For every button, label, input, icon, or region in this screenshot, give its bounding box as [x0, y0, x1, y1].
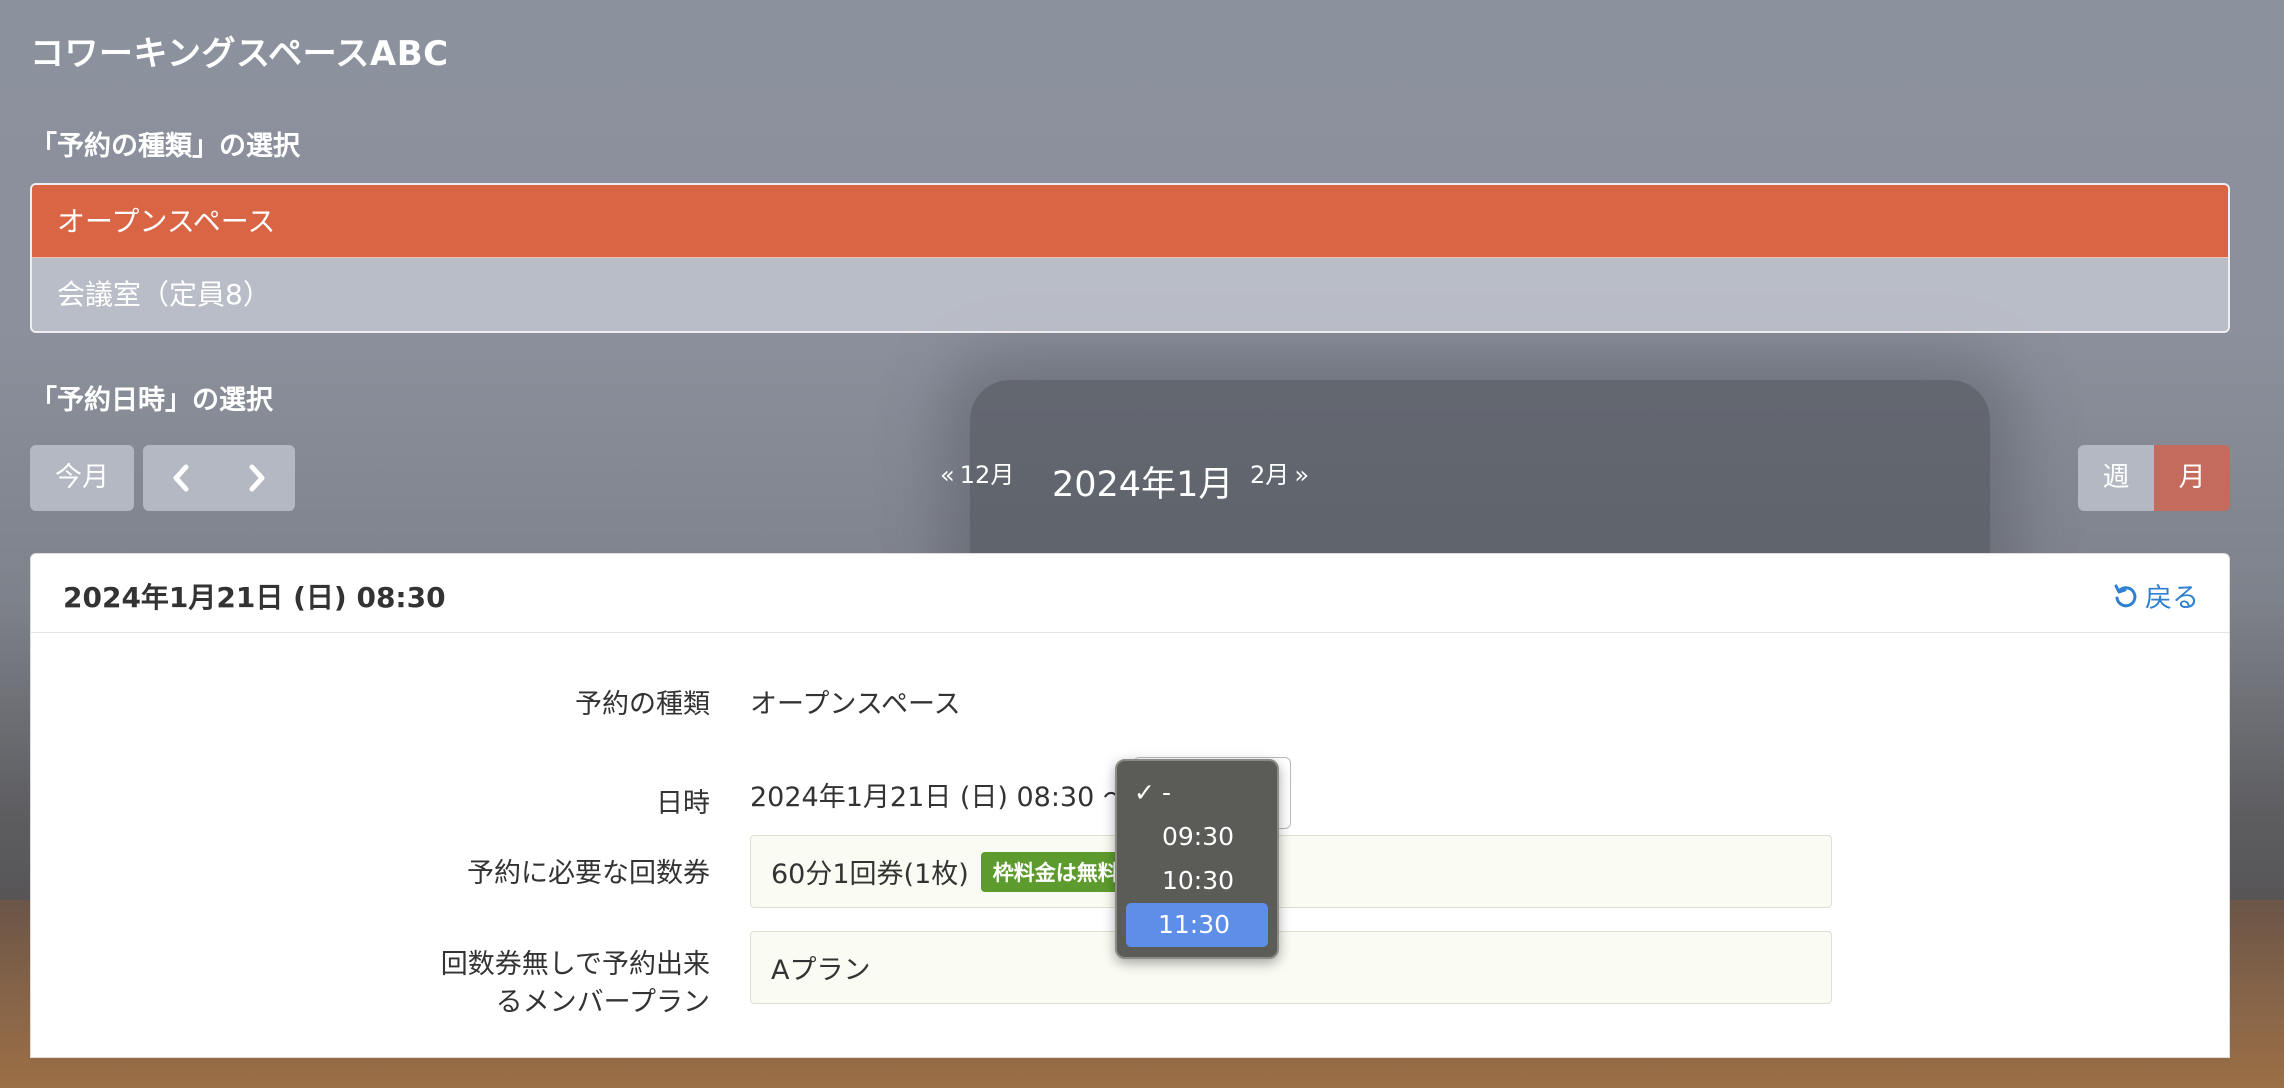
current-month-label: 2024年1月: [1052, 465, 1234, 505]
plan-label-line2: るメンバープラン: [495, 987, 710, 1018]
type-item-meeting-room[interactable]: 会議室（定員8）: [32, 258, 2228, 331]
plan-row-label: 回数券無しで予約出来 るメンバープラン: [310, 946, 710, 1022]
back-link[interactable]: 戻る: [2113, 576, 2199, 615]
panel-header: 2024年1月21日 (日) 08:30 戻る: [31, 554, 2229, 633]
prev-month-link[interactable]: « 12月: [940, 455, 1014, 490]
dropdown-option-none[interactable]: ✓ -: [1126, 771, 1268, 815]
back-label: 戻る: [2145, 583, 2199, 614]
plan-value: Aプラン: [771, 955, 871, 986]
next-month-label: 2月: [1250, 461, 1290, 489]
dropdown-option-1130[interactable]: 11:30: [1126, 903, 1268, 947]
next-button[interactable]: [219, 445, 295, 511]
dropdown-option-1030[interactable]: 10:30: [1126, 859, 1268, 903]
panel-title: 2024年1月21日 (日) 08:30: [63, 581, 446, 614]
chevron-right-icon: [249, 464, 265, 492]
type-item-open-space[interactable]: オープンスペース: [32, 185, 2228, 258]
end-time-dropdown: ✓ - 09:30 10:30 11:30: [1115, 759, 1279, 959]
type-row-value: オープンスペース: [750, 689, 961, 720]
type-row-label: 予約の種類: [575, 689, 710, 720]
checkmark-icon: ✓: [1134, 778, 1155, 807]
week-view-button[interactable]: 週: [2078, 445, 2154, 511]
ticket-value-box: 60分1回券(1枚) 枠料金は無料: [750, 835, 1832, 908]
datetime-row-value: 2024年1月21日 (日) 08:30 ～: [750, 782, 1130, 813]
ticket-value: 60分1回券(1枚): [771, 859, 969, 890]
month-view-button[interactable]: 月: [2154, 445, 2230, 511]
ticket-row-label: 予約に必要な回数券: [467, 858, 710, 889]
month-nav-group: [143, 445, 295, 511]
undo-icon: [2114, 584, 2137, 607]
plan-value-box: Aプラン: [750, 931, 1832, 1004]
reservation-type-list: オープンスペース 会議室（定員8）: [30, 183, 2230, 333]
brand-title: コワーキングスペースABC: [30, 34, 449, 74]
current-month-title: 2024年1月: [1052, 456, 1233, 507]
next-month-link[interactable]: 2月 »: [1250, 455, 1309, 490]
date-section-title: 「予約日時」の選択: [30, 385, 273, 416]
double-chevron-left-icon: «: [940, 461, 955, 489]
chevron-left-icon: [173, 464, 189, 492]
fee-badge: 枠料金は無料: [980, 851, 1131, 892]
prev-month-label: 12月: [959, 461, 1015, 489]
type-section-title: 「予約の種類」の選択: [30, 131, 300, 162]
prev-button[interactable]: [143, 445, 219, 511]
this-month-button[interactable]: 今月: [30, 445, 134, 511]
dropdown-option-0930[interactable]: 09:30: [1126, 815, 1268, 859]
double-chevron-right-icon: »: [1294, 461, 1310, 489]
datetime-row-label: 日時: [656, 788, 710, 819]
view-toggle: 週 月: [2078, 445, 2230, 511]
plan-label-line1: 回数券無しで予約出来: [440, 949, 710, 980]
